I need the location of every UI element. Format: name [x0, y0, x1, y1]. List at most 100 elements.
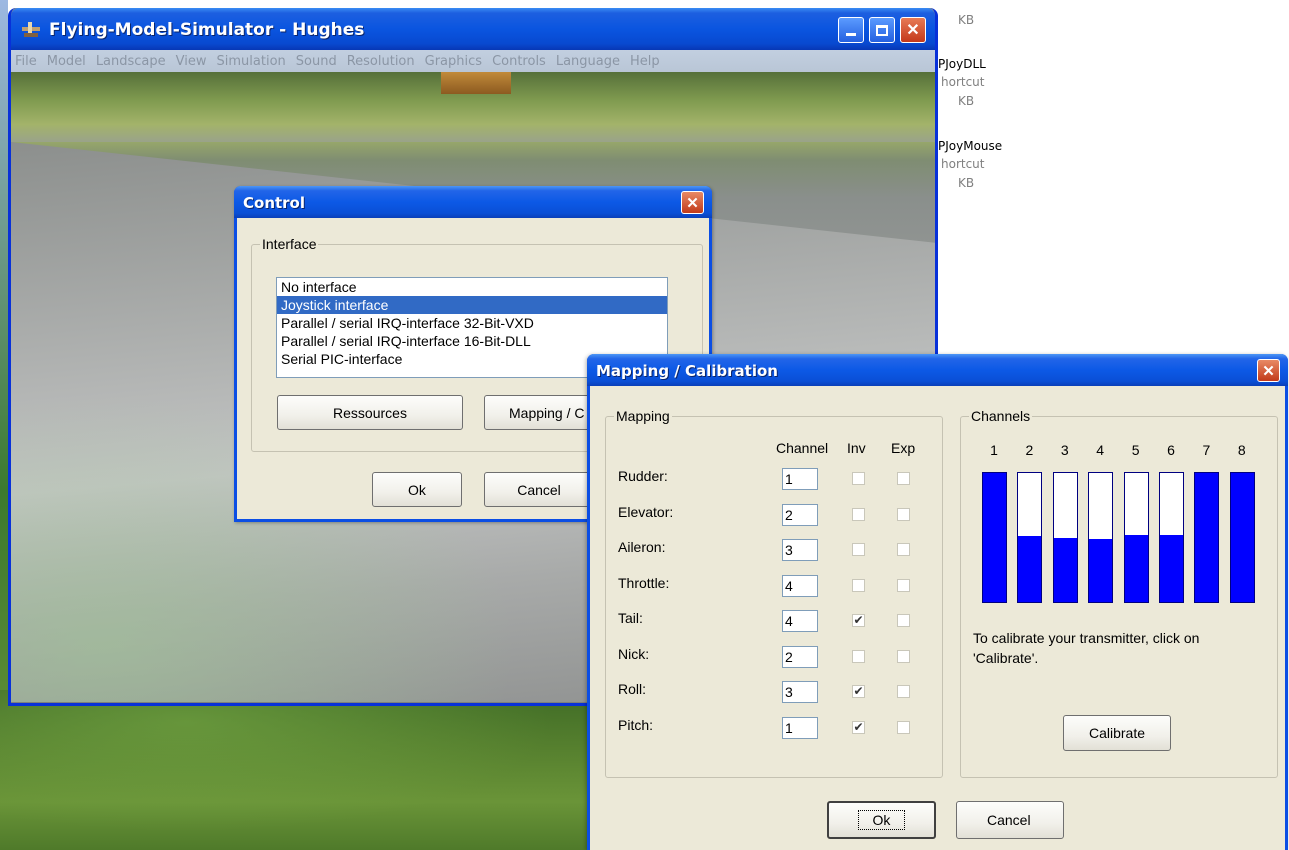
channel-field[interactable]: 1 [782, 716, 818, 739]
menu-item-file[interactable]: File [15, 54, 37, 69]
exp-checkbox[interactable] [897, 685, 910, 698]
exp-checkbox[interactable] [897, 507, 910, 521]
menu-item-help[interactable]: Help [630, 54, 660, 69]
ok-button-label: Ok [408, 481, 426, 498]
menu-item-graphics[interactable]: Graphics [425, 54, 482, 69]
interface-group-label: Interface [260, 236, 319, 252]
inv-checkbox[interactable]: ✔ [852, 720, 865, 734]
channel-field[interactable]: 1 [782, 468, 818, 490]
maximize-button[interactable] [869, 17, 895, 43]
close-icon: ✕ [906, 22, 920, 39]
interface-list-item[interactable]: Parallel / serial IRQ-interface 32-Bit-V… [277, 314, 667, 332]
exp-checkbox[interactable] [897, 720, 910, 734]
menu-item-controls[interactable]: Controls [492, 54, 546, 69]
channel-number: 8 [1237, 442, 1246, 458]
close-button[interactable]: ✕ [1257, 359, 1280, 382]
channel-level-fill [1089, 538, 1113, 602]
mapping-row-label: Pitch: [618, 716, 654, 733]
mapping-row-label: Roll: [618, 681, 647, 697]
inv-checkbox[interactable] [852, 543, 865, 556]
interface-list-item[interactable]: Joystick interface [277, 296, 667, 314]
mapping-row-label: Elevator: [618, 503, 674, 520]
channel-level-bar [1159, 472, 1184, 603]
channel-number: 5 [1131, 442, 1140, 458]
channel-level-fill [983, 473, 1006, 602]
channel-level-bar [1229, 472, 1255, 603]
channel-field[interactable]: 4 [782, 610, 818, 632]
channel-level-bar [1088, 472, 1114, 603]
menu-item-landscape[interactable]: Landscape [96, 54, 166, 69]
mapping-dialog-titlebar[interactable]: Mapping / Calibration ✕ [587, 354, 1288, 386]
inv-checkbox[interactable] [852, 507, 865, 521]
exp-checkbox[interactable] [897, 578, 910, 592]
inv-checkbox[interactable]: ✔ [852, 685, 865, 698]
simulator-titlebar[interactable]: Flying-Model-Simulator - Hughes ✕ [11, 8, 935, 50]
inv-checkbox[interactable] [852, 649, 865, 663]
menu-item-model[interactable]: Model [47, 54, 86, 69]
mapping-ok-button[interactable]: Ok [827, 801, 936, 839]
explorer-line: KB [958, 176, 975, 190]
channel-level-fill [1124, 534, 1148, 602]
ressources-button[interactable]: Ressources [277, 395, 463, 430]
mapping-cancel-button[interactable]: Cancel [956, 801, 1064, 839]
calibrate-button-label: Calibrate [1088, 725, 1146, 741]
inv-checkbox[interactable]: ✔ [852, 614, 865, 627]
inv-checkbox[interactable] [852, 578, 865, 592]
interface-list-item[interactable]: Parallel / serial IRQ-interface 16-Bit-D… [277, 332, 667, 350]
mapping-row-label: Throttle: [618, 574, 670, 591]
channel-level-bar [1017, 472, 1043, 603]
ok-button[interactable]: Ok [372, 472, 462, 507]
interface-list-item[interactable]: No interface [277, 278, 667, 296]
menu-item-view[interactable]: View [176, 54, 207, 69]
dialog-title: Control [243, 194, 306, 212]
scene-tree [441, 72, 511, 94]
cancel-button-label: Cancel [517, 481, 561, 498]
menu-item-resolution[interactable]: Resolution [347, 54, 415, 69]
menu-item-language[interactable]: Language [556, 54, 620, 69]
mapping-row-label: Tail: [618, 610, 643, 626]
menu-item-sound[interactable]: Sound [296, 54, 337, 69]
channel-field[interactable]: 2 [782, 503, 818, 526]
calibrate-button[interactable]: Calibrate [1063, 715, 1171, 751]
calibrate-hint: To calibrate your transmitter, click on … [973, 630, 1200, 666]
channel-field[interactable]: 3 [782, 681, 818, 703]
dialog-title: Mapping / Calibration [596, 362, 778, 380]
mapping-group-label: Mapping [614, 408, 672, 424]
close-button[interactable]: ✕ [900, 17, 926, 43]
cancel-button[interactable]: Cancel [484, 472, 594, 507]
close-icon: ✕ [686, 194, 699, 212]
exp-checkbox[interactable] [897, 472, 910, 485]
channel-field[interactable]: 3 [782, 539, 818, 561]
exp-checkbox[interactable] [897, 543, 910, 556]
channel-number: 4 [1096, 442, 1105, 458]
inv-checkbox[interactable] [852, 472, 865, 485]
channel-number: 1 [990, 442, 998, 458]
channel-field[interactable]: 2 [782, 645, 818, 668]
channel-level-bar [1194, 472, 1220, 603]
menu-item-simulation[interactable]: Simulation [217, 54, 286, 69]
column-header-exp: Exp [891, 440, 916, 456]
window-title: Flying-Model-Simulator - Hughes [49, 20, 365, 40]
explorer-line: hortcut [941, 157, 985, 171]
channel-level-fill [1018, 536, 1042, 602]
menu-bar: File Model Landscape View Simulation Sound Res… [11, 50, 935, 72]
channel-number: 7 [1202, 442, 1211, 458]
mapping-row-label: Aileron: [618, 539, 666, 555]
minimize-button[interactable] [838, 17, 864, 43]
mapping-ok-button-label: Ok [857, 810, 906, 830]
mapping-calibration-dialog: Mapping / Calibration ✕ Mapping Channels… [587, 354, 1288, 850]
channel-level-bar [1052, 472, 1078, 603]
exp-checkbox[interactable] [897, 614, 910, 627]
channel-level-bar [1123, 472, 1149, 603]
channel-level-fill [1195, 473, 1219, 602]
channel-level-fill [1230, 473, 1254, 602]
mapping-button[interactable]: Mapping / C [484, 395, 604, 430]
control-dialog-titlebar[interactable]: Control ✕ [234, 186, 712, 218]
channels-group-label: Channels [969, 408, 1033, 424]
exp-checkbox[interactable] [897, 649, 910, 663]
channel-field[interactable]: 4 [782, 574, 818, 597]
plane-icon [22, 22, 40, 37]
close-button[interactable]: ✕ [681, 191, 704, 214]
column-header-channel: Channel [776, 440, 829, 456]
channel-number: 2 [1025, 442, 1034, 458]
